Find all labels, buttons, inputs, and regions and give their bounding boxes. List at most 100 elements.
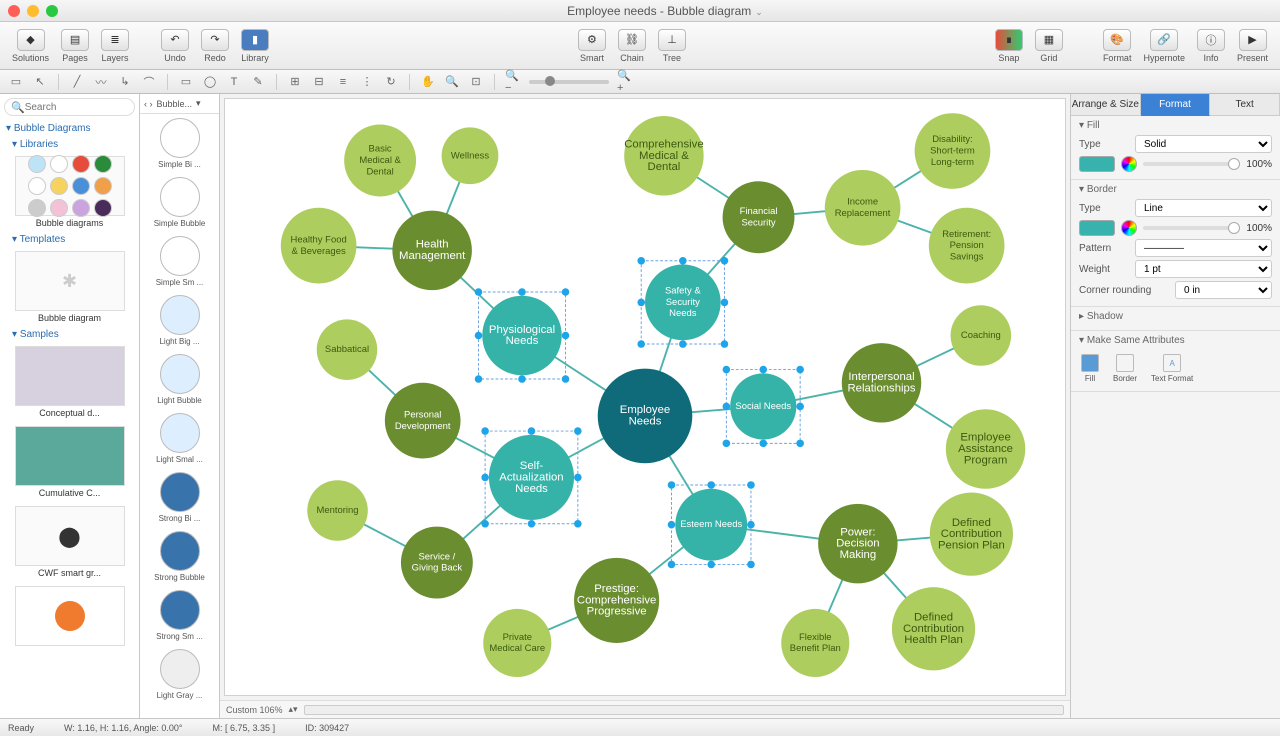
shadow-section[interactable]: ▸ Shadow	[1071, 307, 1280, 331]
border-colorpicker-icon[interactable]	[1121, 220, 1137, 236]
distribute-tool-icon[interactable]: ⋮	[359, 74, 375, 90]
fill-color-swatch[interactable]	[1079, 156, 1115, 172]
undo-button[interactable]: ↶Undo	[155, 29, 195, 63]
library-button[interactable]: ▮Library	[235, 29, 275, 63]
shape-item[interactable]: Light Smal ...	[140, 409, 219, 468]
svg-text:Program: Program	[964, 454, 1008, 466]
crop-tool-icon[interactable]: ⊡	[468, 74, 484, 90]
extra-thumb[interactable]	[15, 586, 125, 646]
align-tool-icon[interactable]: ≡	[335, 74, 351, 90]
close-icon[interactable]	[8, 5, 20, 17]
search-box[interactable]: 🔍	[4, 98, 135, 116]
svg-text:Employee: Employee	[960, 432, 1010, 444]
shape-item[interactable]: Strong Sm ...	[140, 586, 219, 645]
weight-select[interactable]: 1 pt	[1135, 260, 1272, 278]
hand-tool-icon[interactable]: ✋	[420, 74, 436, 90]
zoom-level[interactable]: Custom 106%	[226, 705, 283, 715]
svg-text:Health Plan: Health Plan	[904, 634, 963, 646]
horizontal-scrollbar[interactable]	[304, 705, 1064, 715]
text-tool-icon[interactable]: T	[226, 74, 242, 90]
fill-opacity-slider[interactable]	[1143, 162, 1240, 166]
border-type-select[interactable]: Line	[1135, 199, 1272, 217]
fill-colorpicker-icon[interactable]	[1121, 156, 1137, 172]
window-title: Employee needs - Bubble diagram⌄	[58, 4, 1272, 18]
svg-text:Income: Income	[847, 197, 878, 208]
fill-section: ▾ Fill TypeSolid 100%	[1071, 116, 1280, 180]
shape-item[interactable]: Light Bubble	[140, 350, 219, 409]
pen-tool-icon[interactable]: ✎	[250, 74, 266, 90]
shape-item[interactable]: Simple Bi ...	[140, 114, 219, 173]
tab-format[interactable]: Format	[1141, 94, 1211, 116]
svg-text:Self-: Self-	[520, 460, 544, 472]
pages-button[interactable]: ▤Pages	[55, 29, 95, 63]
chain-button[interactable]: ⛓Chain	[612, 29, 652, 63]
window-titlebar: Employee needs - Bubble diagram⌄	[0, 0, 1280, 22]
msa-fill-button[interactable]: Fill	[1081, 354, 1099, 383]
svg-text:Employee: Employee	[620, 404, 670, 416]
connector-tool-icon[interactable]: ↳	[117, 74, 133, 90]
pointer-tool-icon[interactable]: ▭	[8, 74, 24, 90]
zoom-in-icon[interactable]: 🔍+	[617, 74, 633, 90]
hypernote-button[interactable]: 🔗Hypernote	[1137, 29, 1191, 63]
curve-tool-icon[interactable]: 〰	[93, 74, 109, 90]
tab-text[interactable]: Text	[1210, 94, 1280, 116]
arc-tool-icon[interactable]: ⌒	[141, 74, 157, 90]
zoom-slider[interactable]	[529, 80, 609, 84]
solutions-button[interactable]: ◆Solutions	[6, 29, 55, 63]
zoom-tool-icon[interactable]: 🔍	[444, 74, 460, 90]
msa-text-button[interactable]: AText Format	[1151, 354, 1193, 383]
svg-text:Dental: Dental	[366, 166, 393, 177]
rotate-tool-icon[interactable]: ↻	[383, 74, 399, 90]
smart-button[interactable]: ⚙Smart	[572, 29, 612, 63]
pattern-select[interactable]: ————	[1135, 239, 1272, 257]
snap-button[interactable]: ∎Snap	[989, 29, 1029, 63]
conceptual-thumb[interactable]: Conceptual d...	[15, 346, 125, 418]
bubble-diagram-thumb[interactable]: ✱Bubble diagram	[15, 251, 125, 323]
zoom-out-icon[interactable]: 🔍−	[505, 74, 521, 90]
border-color-swatch[interactable]	[1079, 220, 1115, 236]
msa-border-button[interactable]: Border	[1113, 354, 1137, 383]
bubble-diagrams-thumb[interactable]: Bubble diagrams	[15, 156, 125, 228]
format-button[interactable]: 🎨Format	[1097, 29, 1138, 63]
present-button[interactable]: ▶Present	[1231, 29, 1274, 63]
corner-select[interactable]: 0 in	[1175, 281, 1272, 299]
ungroup-tool-icon[interactable]: ⊟	[311, 74, 327, 90]
canvas-zoom-bar: Custom 106%▴▾	[220, 700, 1070, 718]
shape-item[interactable]: Simple Sm ...	[140, 232, 219, 291]
layers-button[interactable]: ≣Layers	[95, 29, 135, 63]
line-tool-icon[interactable]: ╱	[69, 74, 85, 90]
select-tool-icon[interactable]: ↖	[32, 74, 48, 90]
cumulative-thumb[interactable]: Cumulative C...	[15, 426, 125, 498]
library-header[interactable]: ▾ Bubble Diagrams	[0, 120, 139, 137]
samples-section[interactable]: ▾ Samples	[0, 327, 139, 342]
canvas-area: BasicMedical &DentalWellnessHealthy Food…	[220, 94, 1070, 718]
border-opacity-slider[interactable]	[1143, 226, 1240, 230]
search-input[interactable]	[25, 102, 157, 113]
svg-text:Long-term: Long-term	[931, 157, 974, 168]
group-tool-icon[interactable]: ⊞	[287, 74, 303, 90]
shape-item[interactable]: Light Big ...	[140, 291, 219, 350]
templates-section[interactable]: ▾ Templates	[0, 232, 139, 247]
make-same-section: ▾ Make Same Attributes Fill Border AText…	[1071, 331, 1280, 392]
redo-button[interactable]: ↷Redo	[195, 29, 235, 63]
drawing-canvas[interactable]: BasicMedical &DentalWellnessHealthy Food…	[224, 98, 1066, 696]
cwf-thumb[interactable]: ⬤CWF smart gr...	[15, 506, 125, 578]
rect-tool-icon[interactable]: ▭	[178, 74, 194, 90]
minimize-icon[interactable]	[27, 5, 39, 17]
tab-arrange[interactable]: Arrange & Size	[1071, 94, 1141, 116]
shape-item[interactable]: Strong Bi ...	[140, 468, 219, 527]
tree-button[interactable]: ⊥Tree	[652, 29, 692, 63]
svg-text:Needs: Needs	[506, 335, 539, 347]
grid-button[interactable]: ▦Grid	[1029, 29, 1069, 63]
shape-item[interactable]: Light Gray ...	[140, 645, 219, 704]
fill-type-select[interactable]: Solid	[1135, 135, 1272, 153]
svg-text:Needs: Needs	[629, 416, 662, 428]
info-button[interactable]: ⓘInfo	[1191, 29, 1231, 63]
svg-text:Management: Management	[399, 250, 466, 262]
zoom-icon[interactable]	[46, 5, 58, 17]
svg-text:Financial: Financial	[740, 206, 778, 217]
ellipse-tool-icon[interactable]: ◯	[202, 74, 218, 90]
shapes-breadcrumb[interactable]: ‹ ›Bubble...▾	[140, 94, 219, 114]
shape-item[interactable]: Simple Bubble	[140, 173, 219, 232]
shape-item[interactable]: Strong Bubble	[140, 527, 219, 586]
